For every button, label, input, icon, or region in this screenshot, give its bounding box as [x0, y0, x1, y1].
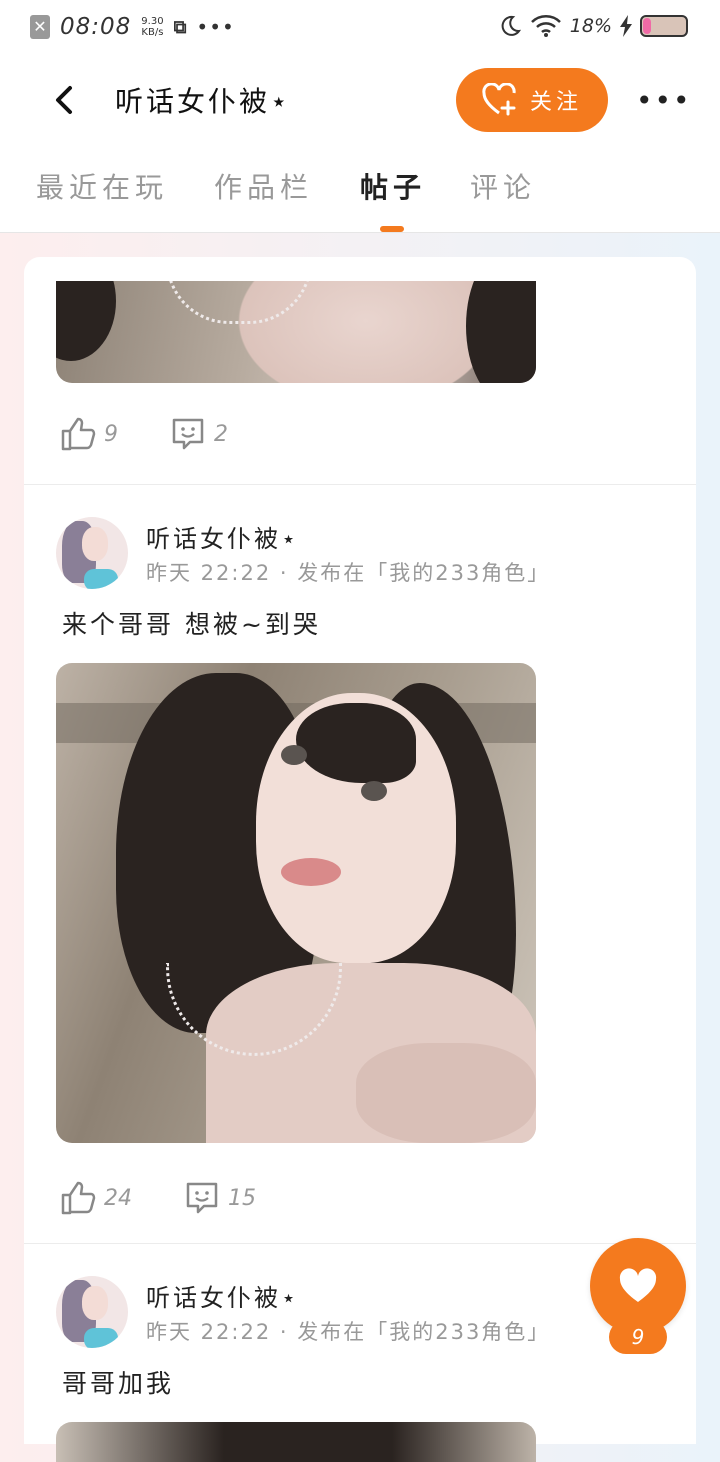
post-image[interactable] [56, 281, 536, 383]
charging-icon [620, 15, 632, 37]
battery-percent: 18% [569, 15, 612, 37]
moon-icon [501, 15, 521, 36]
battery-icon [640, 15, 688, 37]
header-divider [0, 232, 720, 233]
post-image[interactable] [56, 1422, 536, 1462]
post-image[interactable] [56, 663, 536, 1143]
like-button[interactable]: 24 [60, 1181, 132, 1215]
comment-count: 2 [214, 421, 228, 447]
notification-close-icon: ✕ [30, 15, 50, 39]
more-notifications-icon: ••• [196, 15, 235, 39]
avatar[interactable] [56, 1276, 128, 1348]
network-speed-unit: KB/s [141, 27, 164, 38]
app-notification-icon: ⧉ [173, 16, 187, 38]
comment-icon [186, 1182, 218, 1214]
avatar[interactable] [56, 517, 128, 589]
comment-button[interactable]: 2 [170, 417, 228, 451]
post-meta: 昨天 22:22 · 发布在「我的233角色」 [146, 561, 551, 585]
network-speed-value: 9.30 [141, 16, 164, 27]
heart-icon [619, 1268, 657, 1302]
page-title: 听话女仆被⋆ [115, 85, 291, 118]
header: ✕ 08:08 9.30 KB/s ⧉ ••• 18% 听话女仆被⋆ 关注 ••… [0, 0, 720, 232]
network-speed: 9.30 KB/s [141, 16, 163, 38]
post-stats: 24 15 [60, 1181, 308, 1215]
post-author[interactable]: 听话女仆被⋆ [146, 519, 299, 554]
comment-count: 15 [228, 1185, 256, 1211]
post-author[interactable]: 听话女仆被⋆ [146, 1278, 299, 1313]
nav-bar: 听话女仆被⋆ 关注 ••• [0, 60, 720, 140]
back-icon[interactable] [48, 80, 84, 120]
post-stats: 9 2 [60, 417, 280, 451]
heart-plus-icon [482, 83, 516, 116]
tab-recently-played[interactable]: 最近在玩 [36, 166, 168, 206]
thumbs-up-icon [61, 417, 96, 451]
profile-tabs: 最近在玩 作品栏 帖子 评论 [0, 160, 720, 232]
comment-icon [172, 418, 204, 450]
comment-button[interactable]: 15 [184, 1181, 256, 1215]
status-time: 08:08 [60, 14, 132, 40]
post-meta: 昨天 22:22 · 发布在「我的233角色」 [146, 1320, 551, 1344]
tab-works[interactable]: 作品栏 [214, 166, 313, 206]
wifi-icon [530, 15, 561, 37]
like-count: 24 [104, 1185, 132, 1211]
like-button[interactable]: 9 [60, 417, 118, 451]
post-card[interactable]: 听话女仆被⋆ 昨天 22:22 · 发布在「我的233角色」 来个哥哥 想被~到… [24, 485, 696, 1243]
post-card[interactable]: 9 2 [24, 257, 696, 484]
like-count: 9 [104, 421, 118, 447]
more-options-icon[interactable]: ••• [636, 84, 692, 117]
post-text[interactable]: 哥哥加我 [62, 1364, 174, 1400]
fab-like-count: 9 [609, 1320, 667, 1354]
post-text[interactable]: 来个哥哥 想被~到哭 [62, 605, 321, 641]
follow-button[interactable]: 关注 [456, 68, 608, 132]
thumbs-up-icon [61, 1181, 96, 1215]
follow-label: 关注 [529, 90, 582, 115]
tab-comments[interactable]: 评论 [470, 166, 536, 206]
status-bar: ✕ 08:08 9.30 KB/s ⧉ ••• 18% [0, 0, 720, 56]
tab-posts[interactable]: 帖子 [360, 166, 426, 206]
